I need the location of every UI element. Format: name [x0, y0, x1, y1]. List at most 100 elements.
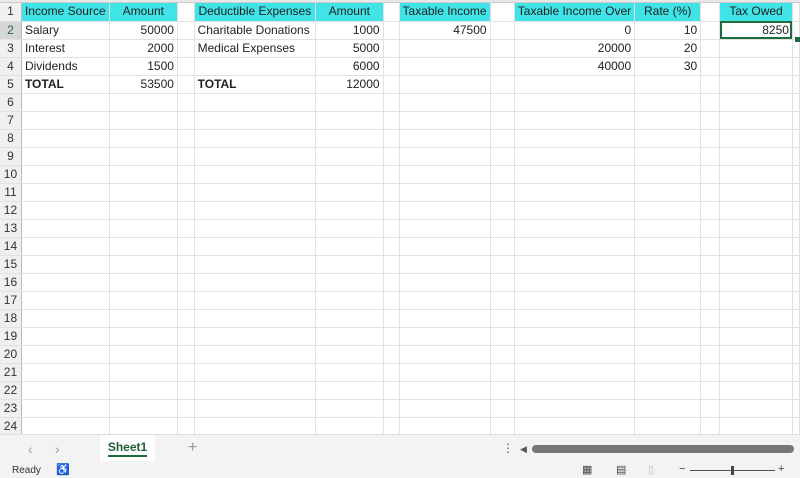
cell-D15[interactable]	[194, 255, 317, 274]
cell-A7[interactable]	[21, 111, 110, 130]
cell-K20[interactable]	[700, 345, 721, 364]
cell-E13[interactable]	[315, 219, 384, 238]
row-header[interactable]: 15	[0, 255, 22, 274]
cell-G20[interactable]	[399, 345, 491, 364]
cell-C7[interactable]	[177, 111, 195, 130]
cell-C13[interactable]	[177, 219, 195, 238]
cell-E22[interactable]	[315, 381, 384, 400]
cell-K12[interactable]	[700, 201, 721, 220]
cell-F4[interactable]	[383, 57, 400, 76]
cell-F16[interactable]	[383, 273, 400, 292]
cell-E15[interactable]	[315, 255, 384, 274]
cell-B6[interactable]	[109, 93, 178, 112]
cell-J7[interactable]	[634, 111, 702, 130]
cell-C24[interactable]	[177, 417, 195, 436]
row-header[interactable]: 22	[0, 381, 22, 400]
cell-B24[interactable]	[109, 417, 178, 436]
cell-F14[interactable]	[383, 237, 400, 256]
page-break-view-icon[interactable]: ▯	[648, 463, 654, 476]
cell-A23[interactable]	[21, 399, 110, 418]
cell-H4[interactable]	[490, 57, 515, 76]
cell-A11[interactable]	[21, 183, 110, 202]
cell-J11[interactable]	[634, 183, 702, 202]
zoom-slider-knob[interactable]	[731, 466, 734, 475]
row-header[interactable]: 20	[0, 345, 22, 364]
cell-C16[interactable]	[177, 273, 195, 292]
cell-L1[interactable]: Tax Owed	[719, 3, 793, 22]
cell-E18[interactable]	[315, 309, 384, 328]
cell-D11[interactable]	[194, 183, 317, 202]
prev-sheet-button[interactable]: ‹	[28, 441, 33, 457]
cell-M5[interactable]	[792, 75, 800, 94]
cell-H2[interactable]	[490, 21, 515, 40]
cell-K2[interactable]	[700, 21, 721, 40]
cell-I17[interactable]	[514, 291, 636, 310]
row-header[interactable]: 7	[0, 111, 22, 130]
cell-G2[interactable]: 47500	[399, 21, 491, 40]
cell-A22[interactable]	[21, 381, 110, 400]
cell-E3[interactable]: 5000	[315, 39, 384, 58]
cell-A17[interactable]	[21, 291, 110, 310]
cell-B22[interactable]	[109, 381, 178, 400]
cell-H7[interactable]	[490, 111, 515, 130]
cell-L20[interactable]	[719, 345, 793, 364]
cell-L10[interactable]	[719, 165, 793, 184]
cell-K6[interactable]	[700, 93, 721, 112]
cell-I15[interactable]	[514, 255, 636, 274]
cell-B11[interactable]	[109, 183, 178, 202]
cell-B21[interactable]	[109, 363, 178, 382]
cell-K8[interactable]	[700, 129, 721, 148]
cell-L17[interactable]	[719, 291, 793, 310]
cell-H10[interactable]	[490, 165, 515, 184]
cell-F15[interactable]	[383, 255, 400, 274]
cell-J1[interactable]: Rate (%)	[634, 3, 702, 22]
cell-F13[interactable]	[383, 219, 400, 238]
cell-D1[interactable]: Deductible Expenses	[194, 3, 317, 22]
row-header[interactable]: 11	[0, 183, 22, 202]
cell-G22[interactable]	[399, 381, 491, 400]
cell-M14[interactable]	[792, 237, 800, 256]
cell-J18[interactable]	[634, 309, 702, 328]
cell-C22[interactable]	[177, 381, 195, 400]
cell-B17[interactable]	[109, 291, 178, 310]
cell-H18[interactable]	[490, 309, 515, 328]
cell-C5[interactable]	[177, 75, 195, 94]
cell-M8[interactable]	[792, 129, 800, 148]
cell-L11[interactable]	[719, 183, 793, 202]
cell-H11[interactable]	[490, 183, 515, 202]
cell-D17[interactable]	[194, 291, 317, 310]
cell-H9[interactable]	[490, 147, 515, 166]
cell-H1[interactable]	[490, 3, 515, 22]
cell-M21[interactable]	[792, 363, 800, 382]
cell-G14[interactable]	[399, 237, 491, 256]
cell-H12[interactable]	[490, 201, 515, 220]
cell-B5[interactable]: 53500	[109, 75, 178, 94]
cell-B15[interactable]	[109, 255, 178, 274]
cell-B14[interactable]	[109, 237, 178, 256]
cell-A15[interactable]	[21, 255, 110, 274]
cell-H8[interactable]	[490, 129, 515, 148]
cell-I14[interactable]	[514, 237, 636, 256]
row-header[interactable]: 12	[0, 201, 22, 220]
row-header[interactable]: 23	[0, 399, 22, 418]
cell-J13[interactable]	[634, 219, 702, 238]
cell-L21[interactable]	[719, 363, 793, 382]
cell-A16[interactable]	[21, 273, 110, 292]
cell-C9[interactable]	[177, 147, 195, 166]
cell-K18[interactable]	[700, 309, 721, 328]
cell-D14[interactable]	[194, 237, 317, 256]
fill-handle[interactable]	[795, 37, 800, 42]
zoom-out-button[interactable]: −	[679, 463, 685, 475]
row-header[interactable]: 9	[0, 147, 22, 166]
cell-H6[interactable]	[490, 93, 515, 112]
cell-A18[interactable]	[21, 309, 110, 328]
cell-K24[interactable]	[700, 417, 721, 436]
row-header[interactable]: 8	[0, 129, 22, 148]
cell-A21[interactable]	[21, 363, 110, 382]
cell-A19[interactable]	[21, 327, 110, 346]
cell-G10[interactable]	[399, 165, 491, 184]
cell-H17[interactable]	[490, 291, 515, 310]
cell-I19[interactable]	[514, 327, 636, 346]
row-header[interactable]: 17	[0, 291, 22, 310]
cell-G18[interactable]	[399, 309, 491, 328]
